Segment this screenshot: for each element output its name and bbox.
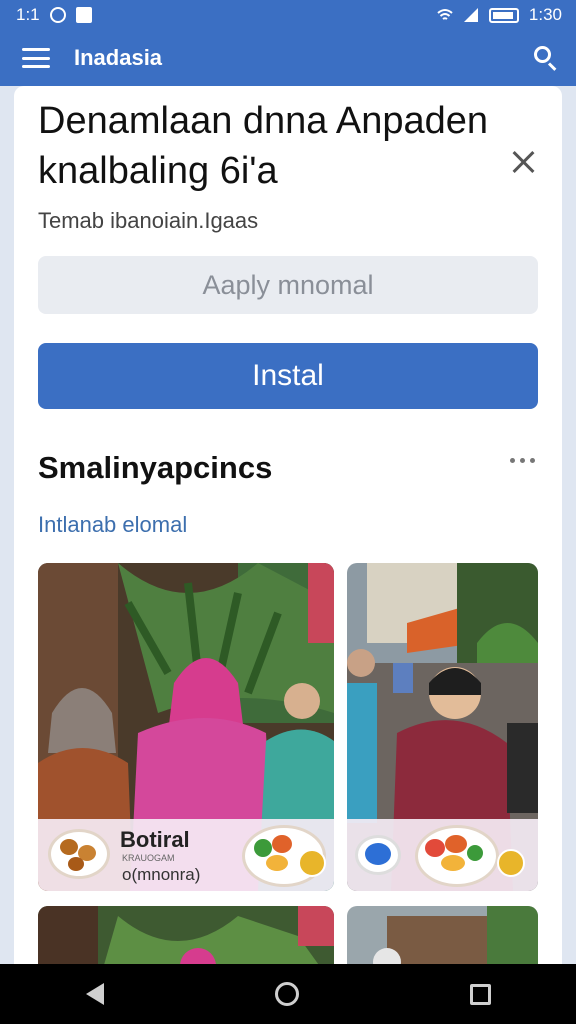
app-bar: Inadasia (0, 30, 576, 86)
card-info-1: Botiral KRAUOGAM o(mnonra) (38, 819, 334, 891)
card-sub: o(mnonra) (122, 865, 201, 884)
food-item (445, 835, 467, 853)
system-nav-bar (0, 964, 576, 1024)
notification-icon (49, 7, 66, 23)
section-link[interactable]: Intlanab elomal (38, 512, 187, 538)
drink-item (365, 843, 391, 865)
food-item (68, 857, 84, 871)
food-item (425, 839, 445, 857)
check-badge-icon (298, 849, 326, 877)
menu-icon[interactable] (22, 48, 50, 68)
card-info-2 (347, 819, 538, 891)
home-icon[interactable] (274, 982, 299, 1006)
food-item (254, 839, 272, 857)
close-icon[interactable] (508, 146, 540, 178)
food-item (467, 845, 483, 861)
food-item (60, 839, 78, 855)
media-card-1[interactable]: Botiral KRAUOGAM o(mnonra) (38, 563, 334, 891)
media-card-3[interactable] (38, 906, 334, 964)
app-title: Inadasia (74, 45, 163, 70)
food-item (272, 835, 292, 853)
food-item (266, 855, 288, 871)
media-card-4[interactable] (347, 906, 538, 964)
check-badge-icon (497, 849, 525, 877)
status-bar: 1:1 1:30 (0, 0, 576, 30)
food-item (441, 855, 465, 871)
image-notification-icon (75, 7, 92, 23)
card-photo-3 (38, 906, 334, 964)
back-icon[interactable] (85, 983, 104, 1005)
more-icon[interactable] (510, 458, 535, 463)
recents-icon[interactable] (469, 983, 491, 1005)
dialog-subtitle: Temab ibanoiain.Igaas (38, 208, 259, 233)
card-sub-small: KRAUOGAM (122, 853, 175, 863)
status-time: 1:30 (528, 5, 562, 24)
install-button[interactable]: Instal (38, 343, 538, 409)
card-photo-4 (347, 906, 538, 964)
search-icon[interactable] (532, 44, 560, 72)
dialog-title: Denamlaan dnna Anpaden knalbaling 6i'a (38, 100, 489, 192)
status-left-text: 1:1 (16, 5, 40, 24)
install-dialog: Denamlaan dnna Anpaden knalbaling 6i'a T… (14, 86, 562, 964)
media-card-2[interactable] (347, 563, 538, 891)
apply-button[interactable]: Aaply mnomal (38, 256, 538, 314)
battery-icon (488, 7, 519, 23)
card-label: Botiral (120, 827, 190, 852)
wifi-icon (437, 7, 453, 23)
section-title: Smalinyapcincs (38, 450, 273, 485)
signal-icon (463, 7, 479, 23)
